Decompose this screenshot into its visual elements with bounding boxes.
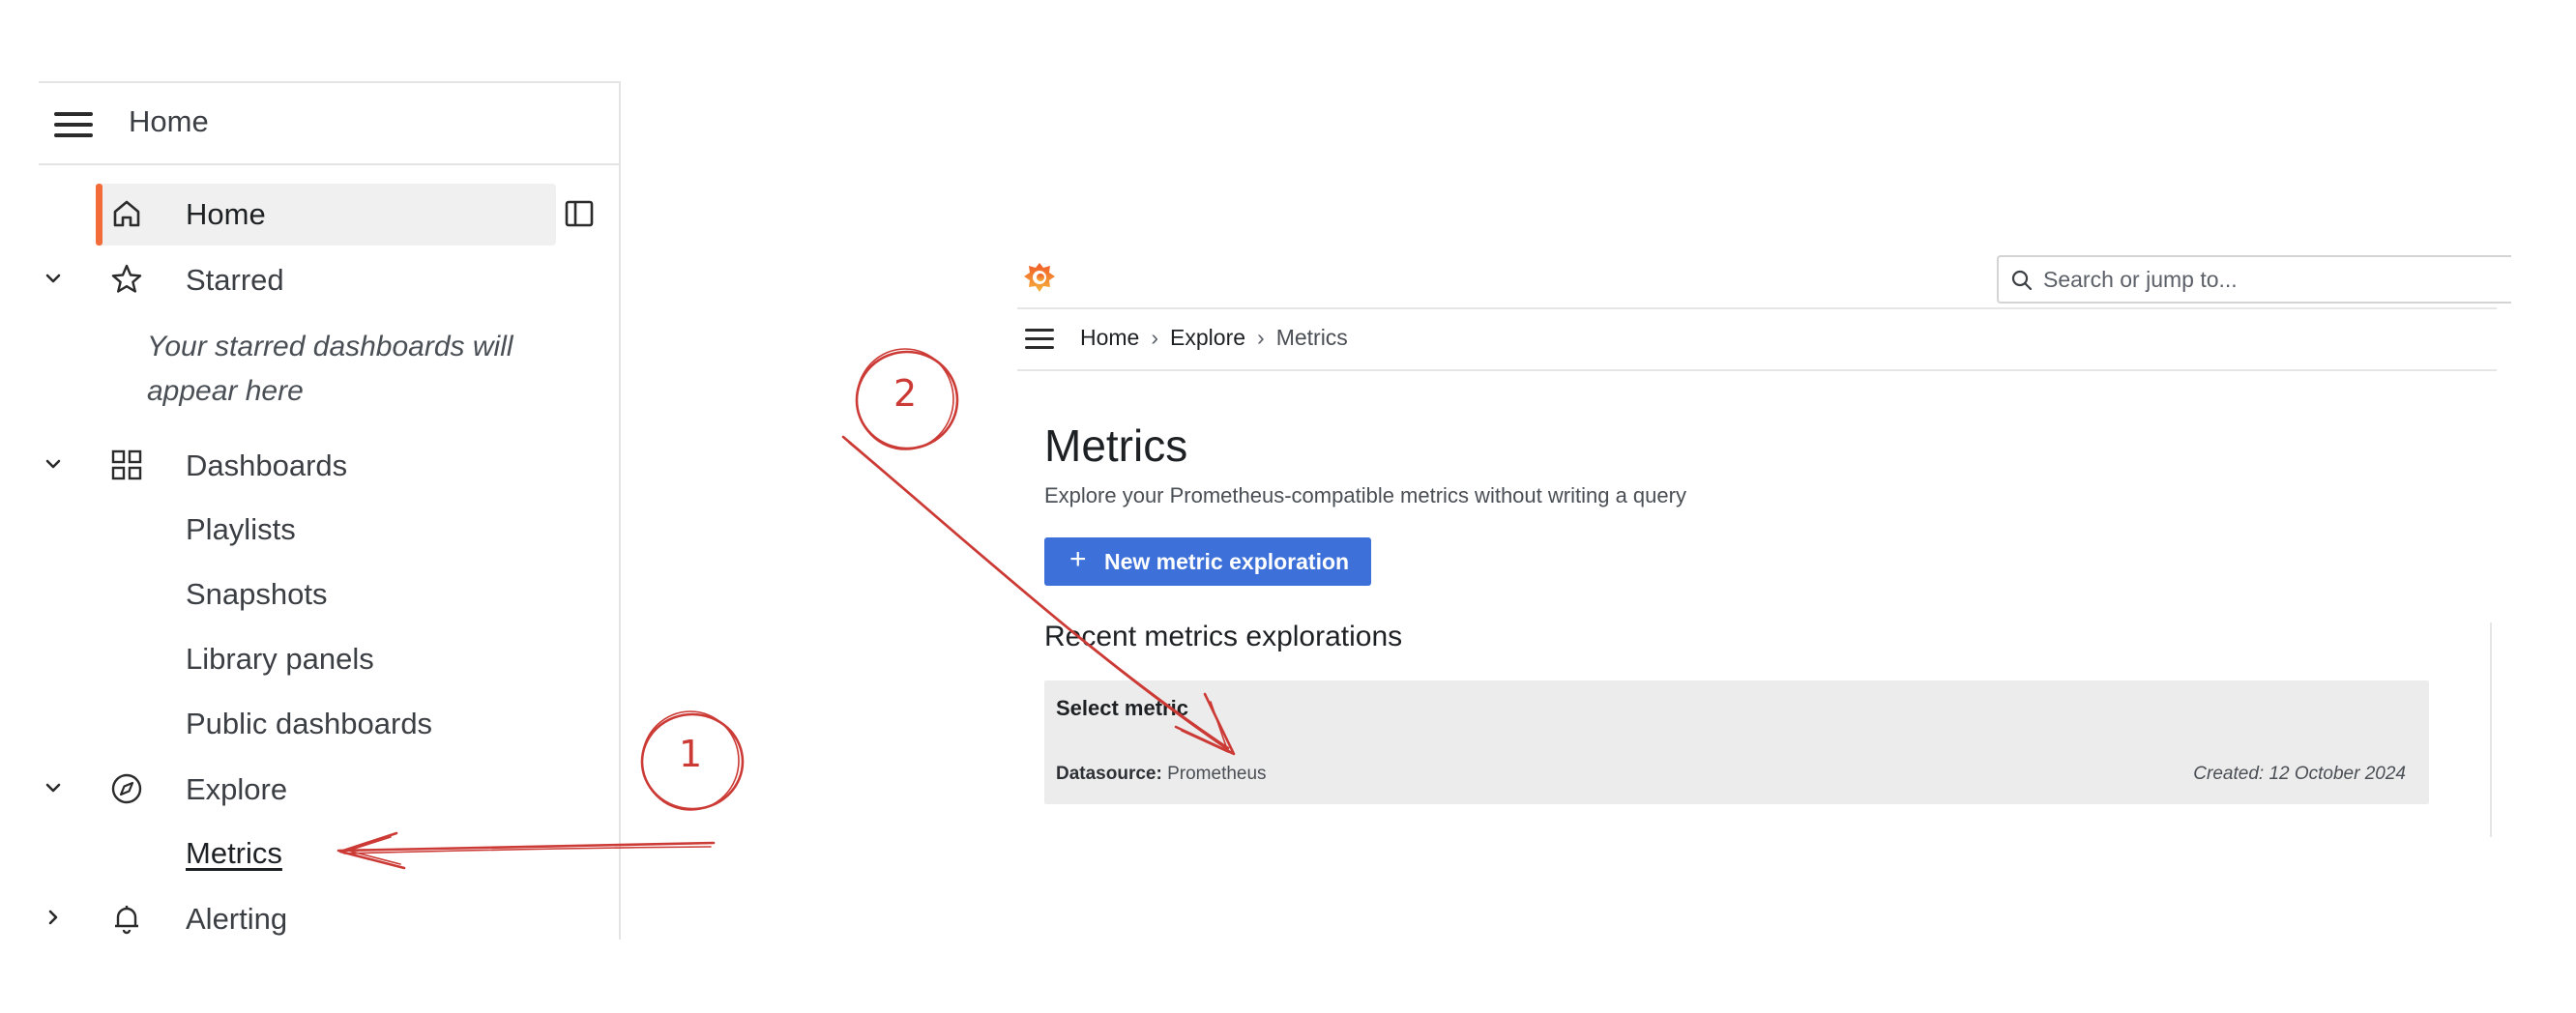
sidebar-subitem-public-dashboards[interactable]: Public dashboards bbox=[186, 707, 432, 741]
breadcrumb: Home › Explore › Metrics bbox=[1080, 325, 1348, 351]
sidebar-item-explore[interactable]: Explore bbox=[39, 765, 580, 813]
sidebar-item-label: Starred bbox=[186, 263, 284, 297]
search-icon bbox=[2011, 270, 2033, 291]
card-title: Select metric bbox=[1056, 696, 1188, 720]
sidebar-item-label: Explore bbox=[186, 772, 288, 806]
sidebar-subitem-metrics[interactable]: Metrics bbox=[186, 836, 282, 871]
plus-icon: + bbox=[1069, 543, 1087, 575]
new-metric-exploration-label: New metric exploration bbox=[1104, 549, 1350, 574]
star-icon bbox=[111, 264, 142, 293]
grid-icon bbox=[111, 449, 142, 480]
sidebar-header: Home bbox=[39, 83, 619, 165]
metrics-app: Search or jump to... Home › Explore › Metric… bbox=[1017, 247, 2511, 847]
sidebar-item-label: Alerting bbox=[186, 902, 288, 936]
sidebar-header-title: Home bbox=[129, 104, 209, 138]
search-input[interactable]: Search or jump to... bbox=[1997, 255, 2511, 304]
chevron-right-icon[interactable] bbox=[39, 894, 68, 942]
menu-icon[interactable] bbox=[1025, 329, 1054, 350]
grafana-logo-icon[interactable] bbox=[1022, 259, 1057, 298]
panel-divider bbox=[2490, 622, 2492, 837]
datasource-label: Datasource: bbox=[1056, 764, 1162, 784]
card-datasource: Datasource: Prometheus bbox=[1056, 764, 1267, 785]
chevron-right-icon: › bbox=[1257, 325, 1265, 350]
sidebar-subitem-snapshots[interactable]: Snapshots bbox=[186, 577, 328, 612]
chevron-down-icon[interactable] bbox=[39, 441, 68, 489]
search-placeholder: Search or jump to... bbox=[2043, 267, 2238, 292]
breadcrumb-metrics: Metrics bbox=[1275, 325, 1348, 350]
page-subtitle: Explore your Prometheus-compatible metri… bbox=[1044, 483, 1686, 507]
annotation-number-2: 2 bbox=[893, 372, 918, 415]
annotation-number-1: 1 bbox=[679, 733, 703, 775]
sidebar-item-starred[interactable]: Starred bbox=[39, 255, 580, 304]
chevron-down-icon[interactable] bbox=[39, 765, 68, 813]
sidebar-item-home[interactable]: Home bbox=[39, 189, 580, 238]
breadcrumb-divider bbox=[1017, 369, 2497, 371]
sidebar-item-dashboards[interactable]: Dashboards bbox=[39, 441, 580, 489]
home-icon bbox=[113, 200, 140, 227]
sidebar-item-alerting[interactable]: Alerting bbox=[39, 894, 580, 942]
chevron-right-icon: › bbox=[1151, 325, 1159, 350]
breadcrumb-home[interactable]: Home bbox=[1080, 325, 1139, 350]
card-created: Created: 12 October 2024 bbox=[2193, 764, 2406, 784]
menu-icon[interactable] bbox=[54, 112, 93, 137]
page-title: Metrics bbox=[1044, 420, 1188, 471]
chevron-down-icon[interactable] bbox=[39, 255, 68, 304]
new-metric-exploration-button[interactable]: + New metric exploration bbox=[1044, 537, 1371, 586]
sidebar-item-label: Dashboards bbox=[186, 449, 348, 482]
compass-icon bbox=[111, 773, 142, 804]
recent-explorations-heading: Recent metrics explorations bbox=[1044, 621, 1403, 652]
datasource-value: Prometheus bbox=[1167, 764, 1267, 784]
bell-icon bbox=[115, 906, 138, 935]
recent-exploration-card[interactable]: Select metric Datasource: Prometheus Cre… bbox=[1044, 680, 2429, 804]
breadcrumb-explore[interactable]: Explore bbox=[1170, 325, 1245, 350]
starred-empty-message: Your starred dashboards will appear here bbox=[147, 331, 513, 407]
sidebar-item-label: Home bbox=[186, 197, 266, 231]
sidebar-subitem-playlists[interactable]: Playlists bbox=[186, 512, 296, 547]
sidebar-subitem-library-panels[interactable]: Library panels bbox=[186, 642, 374, 677]
header-divider bbox=[1017, 307, 2497, 309]
nav-sidebar: Home Home Starred Your starred dashboard… bbox=[39, 81, 621, 940]
